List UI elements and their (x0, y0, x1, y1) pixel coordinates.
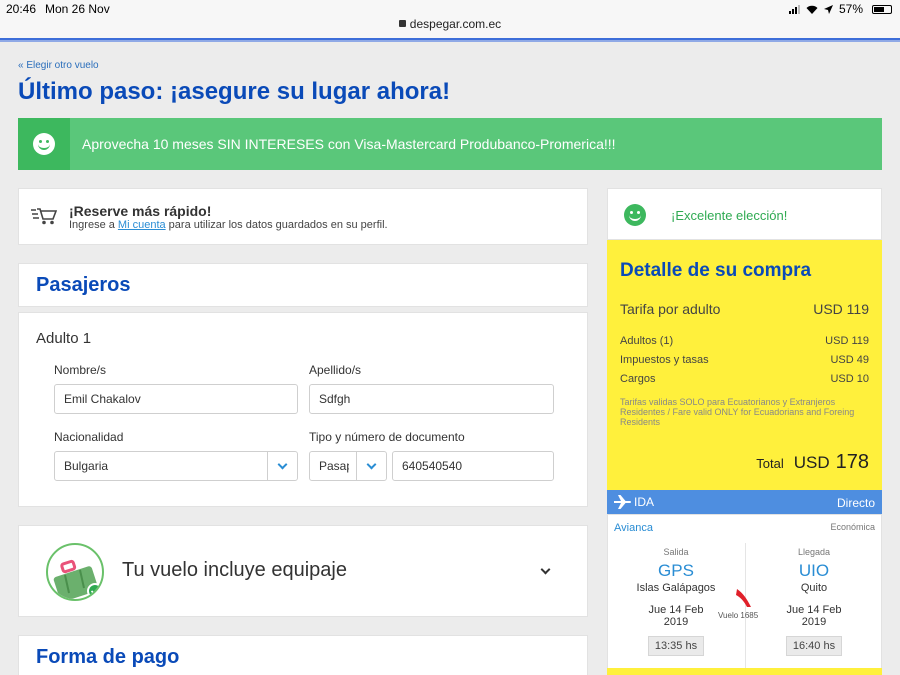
battery-icon (872, 4, 892, 14)
flight-card: Avianca Económica Salida GPS Islas Galáp… (607, 514, 882, 675)
adults-row: Adultos (1) USD 119 (620, 335, 869, 347)
first-name-label: Nombre/s (54, 363, 107, 377)
page-progress-bar (0, 38, 900, 42)
back-link[interactable]: « Elegir otro vuelo (18, 60, 99, 71)
first-name-field[interactable]: Emil Chakalov (54, 384, 298, 414)
last-name-label: Apellido/s (309, 363, 362, 377)
status-bar: 20:46 Mon 26 Nov 57% despegar.com.ec (0, 0, 900, 38)
charges-label: Cargos (620, 373, 656, 385)
airline-name: Avianca (614, 522, 653, 534)
total-row: Total USD 178 (756, 451, 869, 474)
last-name-field[interactable]: Sdfgh (309, 384, 554, 414)
charges-row: Cargos USD 10 (620, 373, 869, 385)
nationality-label: Nacionalidad (54, 430, 124, 444)
payment-title: Forma de pago (36, 646, 180, 668)
quick-reserve-title: ¡Reserve más rápido! (69, 203, 212, 219)
fare-note: Tarifas validas SOLO para Ecuatorianos y… (620, 397, 855, 427)
cabin-class: Económica (830, 522, 875, 532)
departure-city: Islas Galápagos (636, 582, 716, 594)
passengers-title: Pasajeros (36, 274, 131, 296)
footer-strip (607, 668, 882, 675)
fare-row: Tarifa por adulto USD 119 (620, 301, 869, 317)
baggage-title: Tu vuelo incluye equipaje (122, 559, 347, 581)
document-number-field[interactable]: 640540540 (392, 451, 554, 481)
quick-reserve-text-start: Ingrese a (69, 219, 118, 231)
charges-value: USD 10 (830, 373, 869, 385)
battery-percent: 57% (838, 2, 863, 16)
airline-logo-icon (736, 589, 751, 607)
chevron-down-icon (356, 452, 386, 480)
departure-code: GPS (658, 561, 694, 580)
luggage-icon (46, 543, 104, 601)
nationality-value: Bulgaria (64, 459, 109, 473)
adult-label: Adulto 1 (36, 330, 92, 347)
document-type-value: Pasaporte (319, 459, 349, 473)
passenger-form: Adulto 1 Nombre/s Emil Chakalov Apellido… (18, 312, 588, 507)
document-label: Tipo y número de documento (309, 430, 465, 444)
date: Mon 26 Nov (45, 2, 110, 16)
purchase-detail-title: Detalle de su compra (620, 260, 812, 281)
my-account-link[interactable]: Mi cuenta (118, 219, 166, 231)
taxes-row: Impuestos y tasas USD 49 (620, 354, 869, 366)
purchase-detail: Detalle de su compra Tarifa por adulto US… (607, 240, 882, 490)
taxes-value: USD 49 (830, 354, 869, 366)
promo-banner: Aprovecha 10 meses SIN INTERESES con Vis… (18, 118, 882, 170)
chevron-down-icon (267, 452, 297, 480)
flight-direction-bar: IDA Directo (607, 490, 882, 514)
fare-label: Tarifa por adulto (620, 301, 721, 317)
fare-value: USD 119 (813, 301, 869, 317)
location-icon (823, 4, 833, 14)
address-bar[interactable]: despegar.com.ec (0, 17, 900, 31)
promo-text: Aprovecha 10 meses SIN INTERESES con Vis… (82, 136, 616, 152)
total-value: 178 (835, 451, 869, 473)
baggage-card[interactable]: Tu vuelo incluye equipaje (18, 525, 588, 617)
document-type-select[interactable]: Pasaporte (309, 451, 387, 481)
airplane-icon (614, 495, 631, 509)
excellent-choice-box: ¡Excelente elección! (607, 188, 882, 240)
departure-label: Salida (663, 547, 689, 557)
first-name-value: Emil Chakalov (64, 392, 141, 406)
flight-type: Directo (836, 496, 875, 510)
arrival-column: Llegada UIO Quito Jue 14 Feb 2019 16:40 … (752, 547, 876, 656)
chevron-down-icon[interactable] (540, 564, 551, 575)
arrival-code: UIO (798, 561, 830, 580)
quick-reserve-text: Ingrese a Mi cuenta para utilizar los da… (69, 219, 388, 231)
page-title: Último paso: ¡asegure su lugar ahora! (18, 78, 451, 105)
quick-reserve-card: ¡Reserve más rápido! Ingrese a Mi cuenta… (18, 188, 588, 245)
departure-column: Salida GPS Islas Galápagos Jue 14 Feb 20… (614, 547, 738, 656)
payment-header: Forma de pago (18, 635, 588, 675)
taxes-label: Impuestos y tasas (620, 354, 709, 366)
adults-label: Adultos (1) (620, 335, 674, 347)
quick-reserve-text-end: para utilizar los datos guardados en su … (165, 219, 388, 231)
adults-value: USD 119 (825, 335, 869, 347)
departure-time: 13:35 hs (647, 636, 705, 656)
clock: 20:46 (6, 2, 37, 16)
excellent-choice-text: ¡Excelente elección! (671, 208, 788, 223)
last-name-value: Sdfgh (319, 392, 351, 406)
signal-icon (788, 4, 800, 14)
smiley-icon (624, 204, 646, 226)
flight-number: Vuelo 1685 (718, 611, 759, 620)
arrival-time: 16:40 hs (785, 636, 843, 656)
lock-icon (398, 20, 406, 27)
url-text: despegar.com.ec (409, 17, 502, 31)
status-icons: 57% (788, 2, 892, 16)
flight-direction: IDA (634, 495, 655, 509)
wifi-icon (806, 5, 818, 14)
arrival-date: Jue 14 Feb 2019 (786, 604, 842, 628)
total-currency: USD (793, 453, 830, 472)
document-number-value: 640540540 (402, 459, 463, 473)
smiley-icon (18, 118, 70, 170)
total-label: Total (756, 456, 784, 471)
passengers-header: Pasajeros (18, 263, 588, 307)
arrival-city: Quito (800, 582, 828, 594)
arrival-label: Llegada (797, 547, 831, 557)
nationality-select[interactable]: Bulgaria (54, 451, 298, 481)
cart-icon (31, 208, 57, 225)
